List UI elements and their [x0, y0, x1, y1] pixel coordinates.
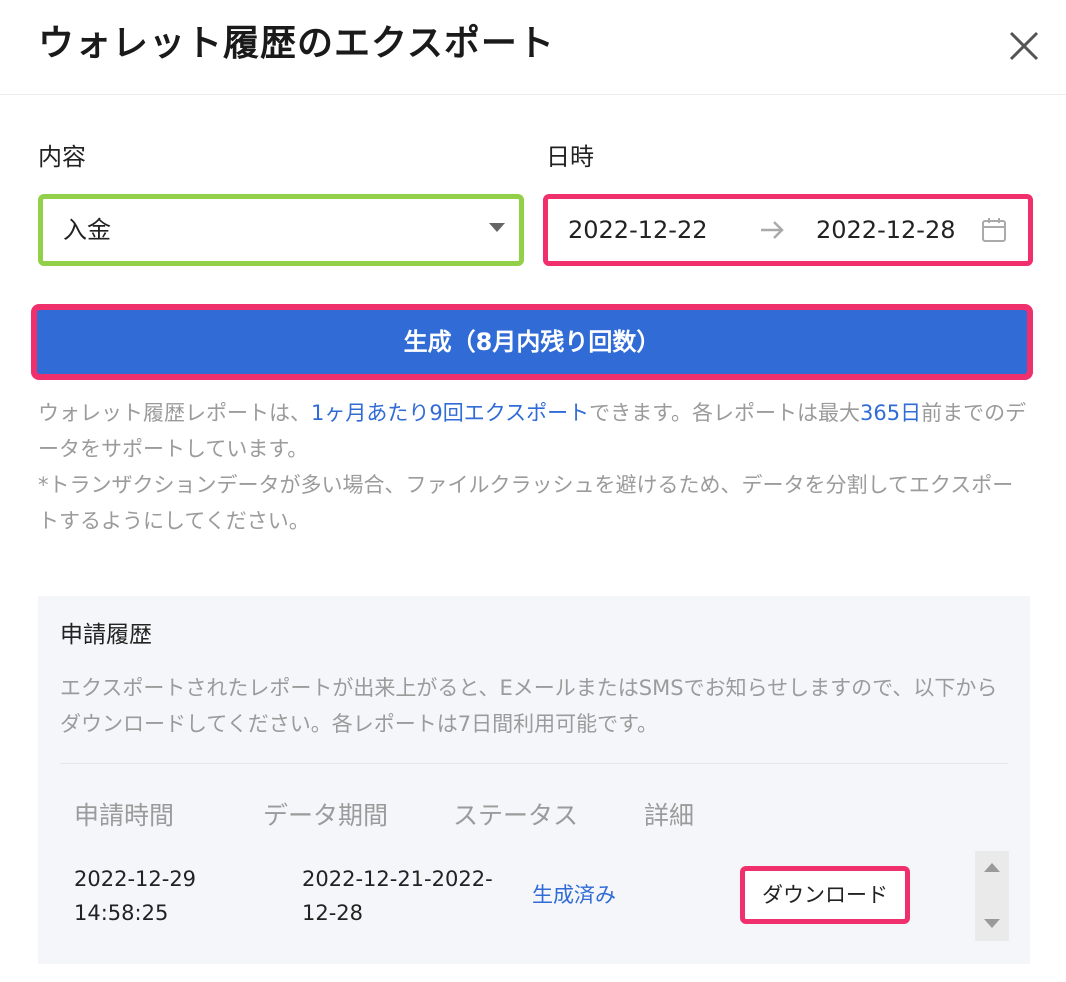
row-request-date: 2022-12-29	[74, 867, 197, 891]
history-panel: 申請履歴 エクスポートされたレポートが出来上がると、EメールまたはSMSでお知ら…	[38, 596, 1030, 964]
history-divider	[60, 763, 1008, 764]
column-header-details: 詳細	[644, 801, 695, 830]
content-select[interactable]: 入金	[38, 194, 524, 266]
info-text-part: ウォレット履歴レポートは、	[38, 401, 311, 425]
close-button[interactable]	[1004, 26, 1044, 66]
date-start-input[interactable]: 2022-12-22	[568, 212, 707, 248]
info-text-part: できます。各レポートは最大	[589, 401, 860, 425]
download-button[interactable]: ダウンロード	[740, 866, 910, 924]
arrow-right-icon	[761, 221, 784, 239]
content-select-value: 入金	[63, 216, 111, 244]
content-label: 内容	[38, 143, 86, 171]
generate-button[interactable]: 生成（8月内残り回数）	[31, 304, 1033, 380]
scroll-up-icon[interactable]	[984, 863, 1000, 872]
table-scrollbar[interactable]	[975, 851, 1009, 941]
dialog-title: ウォレット履歴のエクスポート	[38, 23, 555, 64]
date-range-picker[interactable]: 2022-12-22 2022-12-28	[543, 194, 1033, 266]
export-info-text: ウォレット履歴レポートは、1ヶ月あたり9回エクスポートできます。各レポートは最大…	[38, 395, 1028, 539]
close-icon	[1009, 31, 1039, 61]
info-highlight-limit: 1ヶ月あたり9回エクスポート	[311, 401, 590, 425]
date-end-input[interactable]: 2022-12-28	[816, 212, 955, 248]
dialog-header: ウォレット履歴のエクスポート	[0, 0, 1066, 95]
caret-down-icon	[489, 223, 505, 232]
info-highlight-days: 365日	[860, 401, 922, 425]
row-period-line1: 2022-12-21-2022-	[302, 867, 493, 891]
column-header-request-time: 申請時間	[74, 801, 175, 830]
date-label: 日時	[546, 143, 594, 171]
generate-button-label: 生成（8月内残り回数）	[37, 310, 1027, 374]
scroll-down-icon[interactable]	[984, 919, 1000, 928]
row-period-line2: 12-28	[302, 901, 364, 925]
history-description: エクスポートされたレポートが出来上がると、EメールまたはSMSでお知らせしますの…	[60, 676, 998, 736]
export-dialog: ウォレット履歴のエクスポート 内容 日時 入金 2022-12-22 2022-…	[0, 0, 1066, 982]
column-header-data-period: データ期間	[263, 801, 389, 830]
history-title: 申請履歴	[60, 622, 152, 648]
row-status-link[interactable]: 生成済み	[532, 878, 616, 912]
calendar-icon[interactable]	[981, 217, 1007, 243]
info-note: *トランザクションデータが多い場合、ファイルクラッシュを避けるため、データを分割…	[38, 473, 1014, 533]
column-header-status: ステータス	[453, 801, 579, 830]
row-request-time: 14:58:25	[74, 901, 169, 925]
